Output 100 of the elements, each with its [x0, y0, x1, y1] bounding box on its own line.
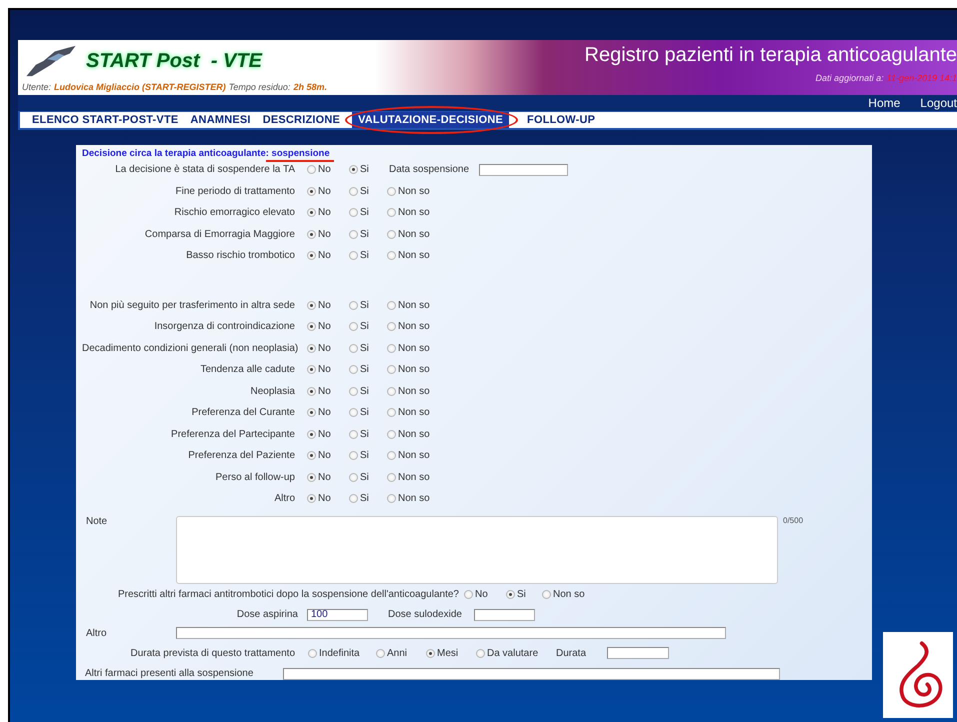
radio-button[interactable]: [349, 408, 358, 418]
radio-button[interactable]: [307, 472, 316, 482]
radio-button[interactable]: [387, 408, 396, 418]
option-label: Si: [360, 493, 369, 504]
tab[interactable]: FOLLOW-UP: [521, 112, 602, 128]
radio-button[interactable]: [376, 648, 385, 658]
tab[interactable]: DESCRIZIONE: [256, 112, 346, 128]
radio-button[interactable]: [307, 322, 316, 332]
dose-field[interactable]: 100: [307, 608, 368, 620]
question-label: Altro: [273, 493, 295, 504]
option-label: Si: [360, 364, 369, 376]
radio-button[interactable]: [387, 430, 396, 439]
date-field[interactable]: [479, 164, 568, 176]
radio-button[interactable]: [307, 251, 316, 260]
option-label: No: [318, 186, 331, 197]
radio-button[interactable]: [307, 451, 316, 460]
other-field[interactable]: [176, 627, 726, 639]
question-label: Preferenza del Partecipante: [170, 428, 295, 440]
radio-button[interactable]: [349, 165, 358, 174]
question-label: Prescritti altri farmaci antitrombotici dopo la sospensione dell'anticoagulante?: [118, 589, 459, 600]
radio-button[interactable]: [387, 300, 396, 310]
radio-button[interactable]: [307, 408, 316, 418]
dose-label: Dose sulodexide: [388, 609, 462, 620]
radio-button[interactable]: [464, 590, 473, 599]
radio-button[interactable]: [349, 230, 358, 239]
option-label: Non so: [398, 186, 430, 197]
radio-button[interactable]: [387, 344, 396, 353]
question-label: Rischio emorragico elevato: [173, 207, 295, 218]
other-drugs-field[interactable]: [283, 668, 780, 680]
radio-button[interactable]: [387, 451, 396, 460]
dose-field[interactable]: [474, 608, 535, 620]
radio-button[interactable]: [307, 344, 316, 353]
option-label: Non so: [398, 407, 430, 418]
radio-button[interactable]: [506, 590, 515, 599]
radio-button[interactable]: [349, 208, 358, 218]
radio-button[interactable]: [349, 451, 358, 460]
radio-button[interactable]: [349, 430, 358, 439]
radio-button[interactable]: [307, 494, 316, 504]
radio-button[interactable]: [307, 208, 316, 218]
radio-button[interactable]: [387, 251, 396, 260]
option-label: Indefinita: [319, 648, 360, 658]
question-label: Fine periodo di trattamento: [174, 186, 295, 197]
radio-button[interactable]: [476, 648, 485, 658]
tab[interactable]: ANAMNESI: [184, 112, 257, 128]
duration-field[interactable]: [607, 647, 669, 659]
option-label: Si: [360, 228, 369, 240]
app-title: START Post - VTE: [86, 50, 262, 72]
radio-button[interactable]: [349, 186, 358, 196]
option-label: Non so: [398, 207, 430, 218]
radio-button[interactable]: [349, 386, 358, 396]
radio-button[interactable]: [307, 365, 316, 374]
option-label: No: [318, 300, 331, 311]
radio-button[interactable]: [307, 186, 316, 196]
option-label: No: [318, 207, 331, 218]
radio-button[interactable]: [387, 472, 396, 482]
date-label: Data sospensione: [389, 164, 470, 176]
radio-button[interactable]: [307, 386, 316, 396]
radio-button[interactable]: [307, 300, 316, 310]
option-label: No: [318, 493, 331, 504]
time-label: Tempo residuo:: [228, 82, 290, 92]
tab[interactable]: VALUTAZIONE-DECISIONE: [352, 112, 510, 128]
radio-button[interactable]: [349, 344, 358, 353]
radio-button[interactable]: [387, 208, 396, 218]
option-label: Mesi: [437, 648, 458, 658]
option-label: Non so: [398, 364, 430, 376]
radio-button[interactable]: [307, 430, 316, 439]
note-textarea[interactable]: [176, 516, 778, 584]
radio-button[interactable]: [308, 648, 317, 658]
nav-link[interactable]: Home: [868, 96, 900, 110]
user-name: Ludovica Migliaccio (START-REGISTER): [54, 82, 226, 92]
radio-button[interactable]: [387, 186, 396, 196]
radio-button[interactable]: [307, 165, 316, 174]
option-label: Non so: [398, 386, 430, 397]
question-label: La decisione è stata di sospendere la TA: [114, 164, 295, 176]
radio-button[interactable]: [349, 322, 358, 332]
note-label: Note: [85, 516, 108, 526]
option-label: Non so: [398, 300, 430, 311]
radio-button[interactable]: [426, 648, 435, 658]
question-label: Comparsa di Emorragia Maggiore: [144, 228, 295, 240]
tab[interactable]: ELENCO START-POST-VTE: [26, 112, 184, 128]
radio-button[interactable]: [387, 386, 396, 396]
radio-button[interactable]: [349, 251, 358, 260]
radio-button[interactable]: [307, 230, 316, 239]
radio-button[interactable]: [349, 472, 358, 482]
radio-button[interactable]: [387, 322, 396, 332]
radio-button[interactable]: [387, 365, 396, 374]
option-label: Si: [360, 472, 369, 483]
option-label: Si: [360, 428, 369, 440]
question-label: Basso rischio trombotico: [185, 250, 295, 262]
nav-link[interactable]: Logout: [920, 96, 957, 110]
radio-button[interactable]: [387, 230, 396, 239]
option-label: No: [318, 450, 331, 462]
option-label: Si: [360, 250, 369, 262]
option-label: Da valutare: [487, 648, 538, 658]
radio-button[interactable]: [349, 300, 358, 310]
radio-button[interactable]: [387, 494, 396, 504]
radio-button[interactable]: [349, 365, 358, 374]
option-label: Non so: [398, 250, 430, 262]
radio-button[interactable]: [349, 494, 358, 504]
radio-button[interactable]: [542, 590, 551, 599]
